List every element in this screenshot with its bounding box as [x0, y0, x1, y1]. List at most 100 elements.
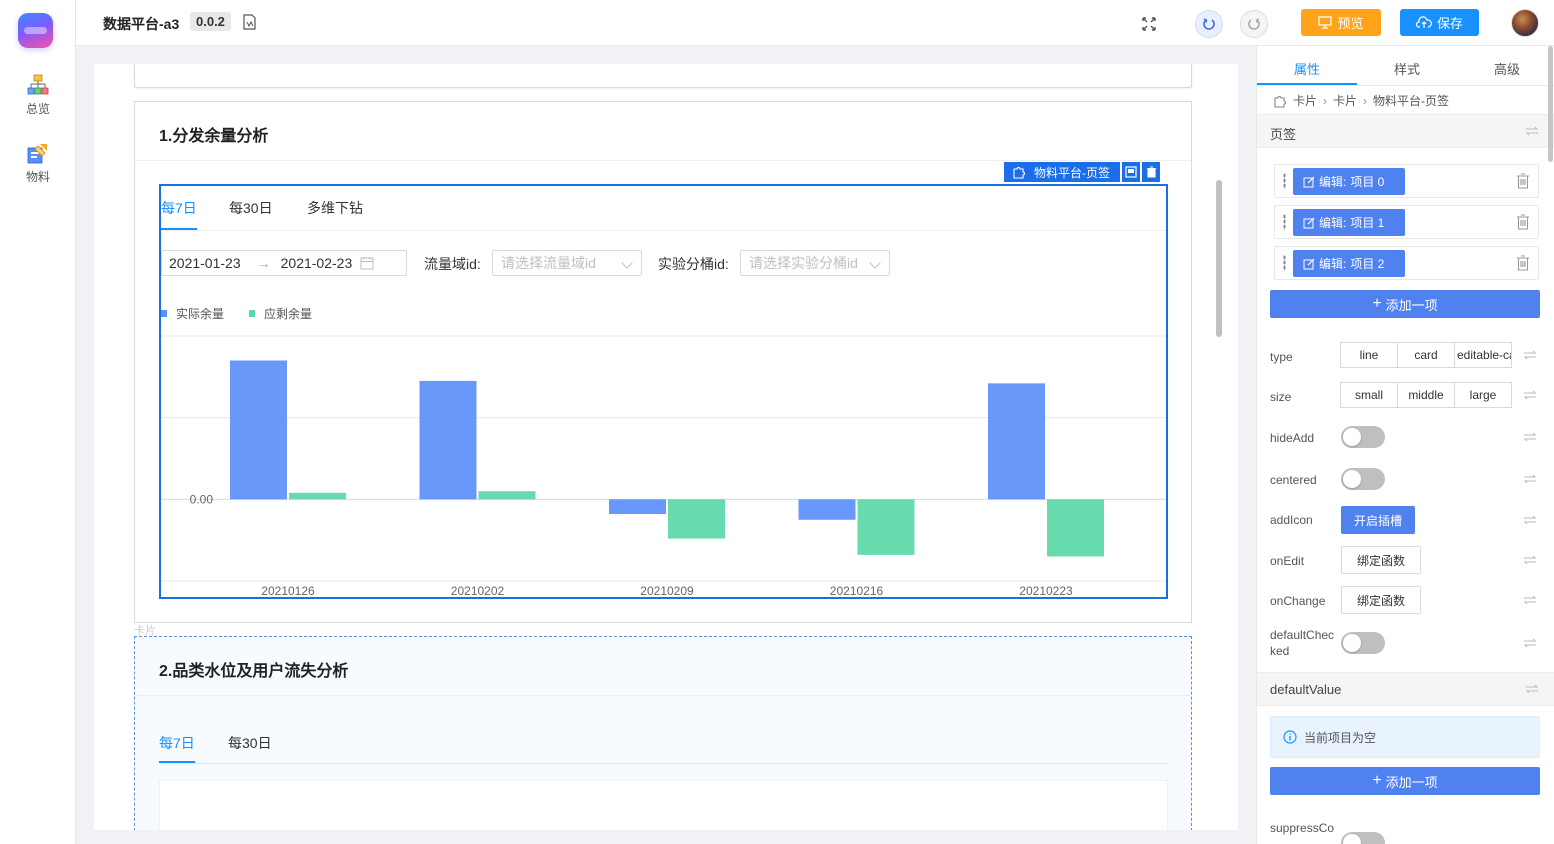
- bar: [1047, 499, 1104, 557]
- cycle-icon[interactable]: [1523, 637, 1537, 649]
- bar: [988, 383, 1045, 500]
- edit-item-button[interactable]: 编辑: 项目 1: [1293, 209, 1405, 236]
- chevron-right-icon: ›: [1363, 93, 1368, 108]
- prop-label-size: size: [1270, 390, 1292, 404]
- tab-properties[interactable]: 属性: [1257, 59, 1357, 78]
- nav-item-overview[interactable]: 总览: [0, 74, 76, 117]
- cycle-icon[interactable]: [1523, 554, 1537, 566]
- x-tick-label: 20210202: [451, 584, 505, 597]
- bar: [668, 499, 725, 539]
- bind-onchange-button[interactable]: 绑定函数: [1341, 586, 1421, 614]
- cycle-icon[interactable]: [1525, 125, 1539, 137]
- tab-bar: 每7日 每30日 多维下钻: [161, 186, 1166, 231]
- drag-handle-icon[interactable]: [1283, 214, 1286, 230]
- enable-slot-button[interactable]: 开启插槽: [1341, 506, 1415, 534]
- cycle-icon[interactable]: [1523, 514, 1537, 526]
- cycle-icon[interactable]: [1525, 683, 1539, 695]
- date-end[interactable]: 2021-02-23: [281, 255, 353, 271]
- list-item[interactable]: 编辑: 项目 0: [1274, 164, 1539, 198]
- suppress-switch[interactable]: [1341, 832, 1385, 844]
- filter-label-bucket: 实验分桶id:: [658, 256, 729, 272]
- card-previous[interactable]: [134, 64, 1192, 88]
- prop-label-suppress: suppressCo: [1270, 821, 1335, 835]
- hideadd-switch[interactable]: [1341, 426, 1385, 448]
- chevron-down-icon: [869, 257, 881, 269]
- prop-label-type: type: [1270, 350, 1293, 364]
- type-option-editable-card[interactable]: editable-card: [1454, 342, 1512, 368]
- legend-swatch: [161, 310, 167, 317]
- panel-scrollbar[interactable]: [1548, 46, 1553, 162]
- selection-label[interactable]: 物料平台-页签: [1004, 162, 1120, 182]
- select-domain-id[interactable]: 请选择流量域id: [492, 250, 642, 276]
- tab-advanced[interactable]: 高级: [1457, 59, 1554, 78]
- breadcrumb-item[interactable]: 卡片: [1293, 92, 1317, 109]
- drag-handle-icon[interactable]: [1283, 173, 1286, 189]
- size-option-large[interactable]: large: [1454, 382, 1512, 408]
- save-button[interactable]: 保存: [1400, 9, 1479, 36]
- tab-7days[interactable]: 每7日: [159, 733, 195, 753]
- breadcrumb-item[interactable]: 卡片: [1333, 92, 1357, 109]
- x-tick-label: 20210216: [830, 584, 884, 597]
- card-distribution[interactable]: 1.分发余量分析 物料平台-页签 每7日 每30日 多维下钻 2021-01-2…: [134, 101, 1192, 623]
- section-tabs-header: 页签: [1257, 114, 1554, 148]
- date-range-picker[interactable]: 2021-01-23 → 2021-02-23: [161, 250, 407, 276]
- centered-switch[interactable]: [1341, 468, 1385, 490]
- preview-button[interactable]: 预览: [1301, 9, 1381, 36]
- cycle-icon[interactable]: [1523, 389, 1537, 401]
- copy-icon[interactable]: [1122, 162, 1140, 182]
- edit-icon: [1303, 258, 1315, 269]
- tabs-component-selected[interactable]: 每7日 每30日 多维下钻 2021-01-23 → 2021-02-23 流量…: [159, 184, 1168, 599]
- delete-icon[interactable]: [1142, 162, 1160, 182]
- edit-item-button[interactable]: 编辑: 项目 2: [1293, 250, 1405, 277]
- date-start[interactable]: 2021-01-23: [169, 255, 241, 271]
- drag-handle-icon[interactable]: [1283, 255, 1286, 271]
- nav-item-material[interactable]: 物料: [0, 142, 76, 185]
- bar: [857, 499, 915, 555]
- type-option-card[interactable]: card: [1397, 342, 1455, 368]
- add-item-button[interactable]: + 添加一项: [1270, 290, 1540, 318]
- redo-icon[interactable]: [1240, 10, 1268, 38]
- list-item[interactable]: 编辑: 项目 2: [1274, 246, 1539, 280]
- version-badge: 0.0.2: [190, 12, 231, 31]
- canvas-scrollbar[interactable]: [1216, 180, 1222, 337]
- user-avatar[interactable]: [1511, 9, 1539, 37]
- puzzle-icon: [1274, 95, 1286, 108]
- legend-label: 应剩余量: [264, 306, 312, 321]
- fullscreen-icon[interactable]: [1135, 10, 1163, 38]
- size-option-middle[interactable]: middle: [1397, 382, 1455, 408]
- document-icon[interactable]: [243, 14, 256, 30]
- select-bucket-id[interactable]: 请选择实验分桶id: [740, 250, 890, 276]
- cycle-icon[interactable]: [1523, 594, 1537, 606]
- tab-30days[interactable]: 每30日: [228, 733, 272, 753]
- size-option-small[interactable]: small: [1340, 382, 1398, 408]
- cycle-icon[interactable]: [1523, 431, 1537, 443]
- x-tick-label: 20210223: [1019, 584, 1073, 597]
- sitemap-icon: [27, 74, 49, 95]
- trash-icon[interactable]: [1516, 173, 1530, 189]
- app-logo[interactable]: [18, 13, 53, 48]
- edit-item-button[interactable]: 编辑: 项目 0: [1293, 168, 1405, 195]
- tab-style[interactable]: 样式: [1357, 59, 1457, 78]
- chevron-right-icon: ›: [1323, 93, 1328, 108]
- bar: [289, 492, 346, 500]
- tab-7days[interactable]: 每7日: [161, 198, 197, 218]
- cycle-icon[interactable]: [1523, 473, 1537, 485]
- tab-drilldown[interactable]: 多维下钻: [307, 198, 363, 218]
- type-option-line[interactable]: line: [1340, 342, 1398, 368]
- nav-label: 物料: [25, 170, 50, 184]
- add-default-item-button[interactable]: + 添加一项: [1270, 767, 1540, 795]
- bar: [798, 499, 856, 520]
- defaultchecked-switch[interactable]: [1341, 632, 1385, 654]
- trash-icon[interactable]: [1516, 255, 1530, 271]
- cycle-icon[interactable]: [1523, 349, 1537, 361]
- size-radio-group: small middle large: [1340, 382, 1512, 408]
- divider: [135, 695, 1191, 696]
- card-title: 1.分发余量分析: [159, 128, 269, 145]
- bind-onedit-button[interactable]: 绑定函数: [1341, 546, 1421, 574]
- card-category[interactable]: 2.品类水位及用户流失分析 每7日 每30日: [134, 636, 1192, 830]
- card-title: 2.品类水位及用户流失分析: [159, 663, 349, 680]
- undo-icon[interactable]: [1195, 10, 1223, 38]
- trash-icon[interactable]: [1516, 214, 1530, 230]
- tab-30days[interactable]: 每30日: [229, 198, 273, 218]
- list-item[interactable]: 编辑: 项目 1: [1274, 205, 1539, 239]
